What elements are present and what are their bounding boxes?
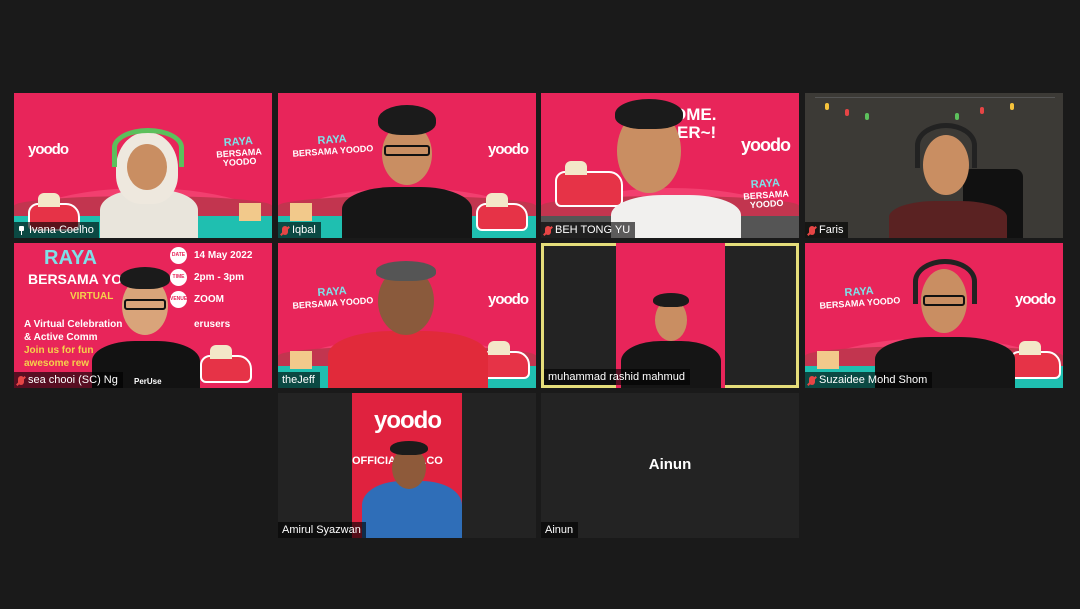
glasses: [384, 145, 430, 156]
participant-name-bar: Iqbal: [278, 222, 321, 238]
person-body: [342, 187, 472, 238]
person-body: [362, 481, 462, 538]
shirt-text: PerUse: [134, 377, 162, 386]
participant-video: [354, 441, 462, 538]
video-tile-ivana-coelho[interactable]: yoodo RAYA BERSAMA YOODO Ivana Coelho: [14, 93, 272, 238]
microphone-muted-icon: [18, 375, 24, 385]
participant-display-name: Ainun: [648, 456, 692, 473]
participant-name: sea chooi (SC) Ng: [28, 374, 118, 386]
participant-name-bar: Ivana Coelho: [14, 222, 99, 238]
light-bulb: [1010, 103, 1014, 110]
participant-name-bar: Faris: [805, 222, 849, 238]
yoodo-logo: yoodo: [488, 291, 529, 308]
microphone-muted-icon: [282, 225, 288, 235]
raya-banner: RAYA BERSAMA YOODO: [205, 135, 272, 170]
participant-video: [883, 123, 1013, 238]
person-cap: [653, 293, 689, 307]
car-illustration: [1009, 341, 1061, 379]
participant-name: Faris: [819, 224, 844, 236]
poster-date: 14 May 2022: [194, 250, 253, 261]
person-hair: [378, 105, 436, 135]
person-body: [889, 201, 1007, 238]
video-tile-beh-tong-yu[interactable]: OME. ER~! yoodo RAYA BERSAMA YOODO BEH T…: [541, 93, 799, 238]
video-tile-amirul-syazwan[interactable]: yoodo OFFICIAL TELCO Amirul Syazwan: [278, 393, 536, 538]
participant-video: PerUse: [92, 263, 202, 388]
light-bulb: [825, 103, 829, 110]
string-lights-decoration: [815, 97, 1055, 122]
poster-line-3: Join us for fun: [24, 345, 94, 356]
yoodo-logo: yoodo: [374, 407, 442, 434]
participant-name-bar: sea chooi (SC) Ng: [14, 372, 123, 388]
light-bulb: [955, 113, 959, 120]
participant-name-bar: Ainun: [541, 522, 579, 538]
glasses: [124, 299, 166, 310]
participant-name-bar: muhammad rashid mahmud: [544, 369, 690, 385]
video-tile-sea-chooi[interactable]: RAYA BERSAMA YO VIRTUAL DATE 14 May 2022…: [14, 243, 272, 388]
house-illustration: [290, 203, 312, 221]
yoodo-logo: yoodo: [1015, 291, 1056, 308]
yoodo-logo: yoodo: [488, 141, 529, 158]
person-hair: [615, 99, 683, 129]
poster-line-2: & Active Comm: [24, 332, 98, 343]
microphone-muted-icon: [809, 225, 815, 235]
participant-name-bar: Amirul Syazwan: [278, 522, 366, 538]
person-hair: [120, 267, 170, 289]
participant-video: [601, 99, 751, 238]
participant-name: BEH TONG YU: [555, 224, 631, 236]
yoodo-logo: yoodo: [28, 141, 69, 158]
headset: [915, 123, 977, 168]
participant-video: [338, 105, 478, 238]
date-badge: DATE: [170, 247, 187, 264]
participant-name-bar: Suzaidee Mohd Shom: [805, 372, 933, 388]
light-bulb: [980, 107, 984, 114]
participant-name: theJeff: [282, 374, 315, 386]
video-tile-thejeff[interactable]: RAYA BERSAMA YOODO yoodo theJeff: [278, 243, 536, 388]
car-illustration: [476, 193, 528, 231]
microphone-muted-icon: [809, 375, 815, 385]
house-illustration: [239, 203, 261, 221]
participant-name: Amirul Syazwan: [282, 524, 361, 536]
microphone-muted-icon: [545, 225, 551, 235]
light-bulb: [865, 113, 869, 120]
participant-name-bar: BEH TONG YU: [541, 222, 636, 238]
car-illustration: [200, 345, 252, 383]
pin-icon: [18, 225, 25, 235]
house-illustration: [817, 351, 839, 369]
glasses: [923, 295, 965, 306]
participant-name: muhammad rashid mahmud: [548, 371, 685, 383]
video-tile-suzaidee-mohd-shom[interactable]: RAYA BERSAMA YOODO yoodo Suzaidee Mohd S…: [805, 243, 1063, 388]
person-body: [328, 331, 488, 388]
participant-video: [875, 257, 1015, 388]
participant-name: Suzaidee Mohd Shom: [819, 374, 928, 386]
person-hair: [390, 441, 428, 455]
video-tile-ainun[interactable]: Ainun Ainun: [541, 393, 799, 538]
headset: [112, 128, 184, 167]
participant-name-bar: theJeff: [278, 372, 320, 388]
video-tile-muhammad-rashid-mahmud[interactable]: muhammad rashid mahmud: [541, 243, 799, 388]
video-tile-faris[interactable]: Faris: [805, 93, 1063, 238]
video-tile-iqbal[interactable]: RAYA BERSAMA YOODO yoodo Iqbal: [278, 93, 536, 238]
participant-name: Ainun: [545, 524, 574, 536]
person-hair: [376, 261, 436, 281]
poster-title: RAYA: [44, 247, 97, 269]
participant-video: [94, 128, 204, 238]
participant-name: Iqbal: [292, 224, 316, 236]
participant-name: Ivana Coelho: [29, 224, 94, 236]
light-bulb: [845, 109, 849, 116]
poster-line-4: awesome rew: [24, 358, 90, 369]
raya-subtitle: BERSAMA YOODO: [215, 145, 263, 169]
participant-video: [328, 261, 488, 388]
house-illustration: [290, 351, 312, 369]
